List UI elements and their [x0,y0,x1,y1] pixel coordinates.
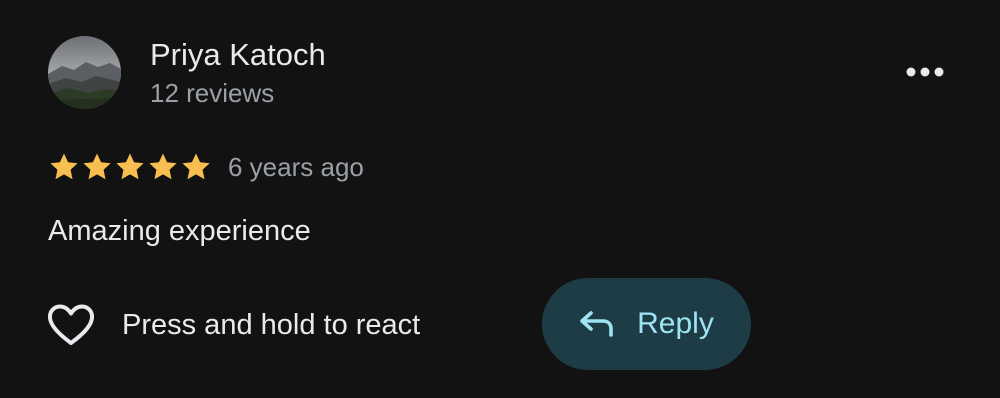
reply-arrow-icon [579,309,615,339]
star-filled-icon [182,153,210,180]
react-label: Press and hold to react [122,309,421,341]
reply-button[interactable]: Reply [542,278,751,370]
reply-label: Reply [637,307,714,340]
star-filled-icon [50,153,78,180]
more-options-button[interactable] [900,54,950,90]
star-rating [48,151,212,183]
more-horizontal-icon [906,67,944,77]
star-filled-icon [149,153,177,180]
star-filled-icon [116,153,144,180]
star-filled-icon [83,153,111,180]
avatar-image [48,36,121,109]
review-date: 6 years ago [228,152,364,182]
react-button[interactable]: Press and hold to react [46,298,420,352]
review-text: Amazing experience [48,215,311,247]
reviewer-name[interactable]: Priya Katoch [150,37,326,73]
review-count: 12 reviews [150,78,275,108]
avatar[interactable] [48,36,121,109]
heart-outline-icon [46,300,102,350]
